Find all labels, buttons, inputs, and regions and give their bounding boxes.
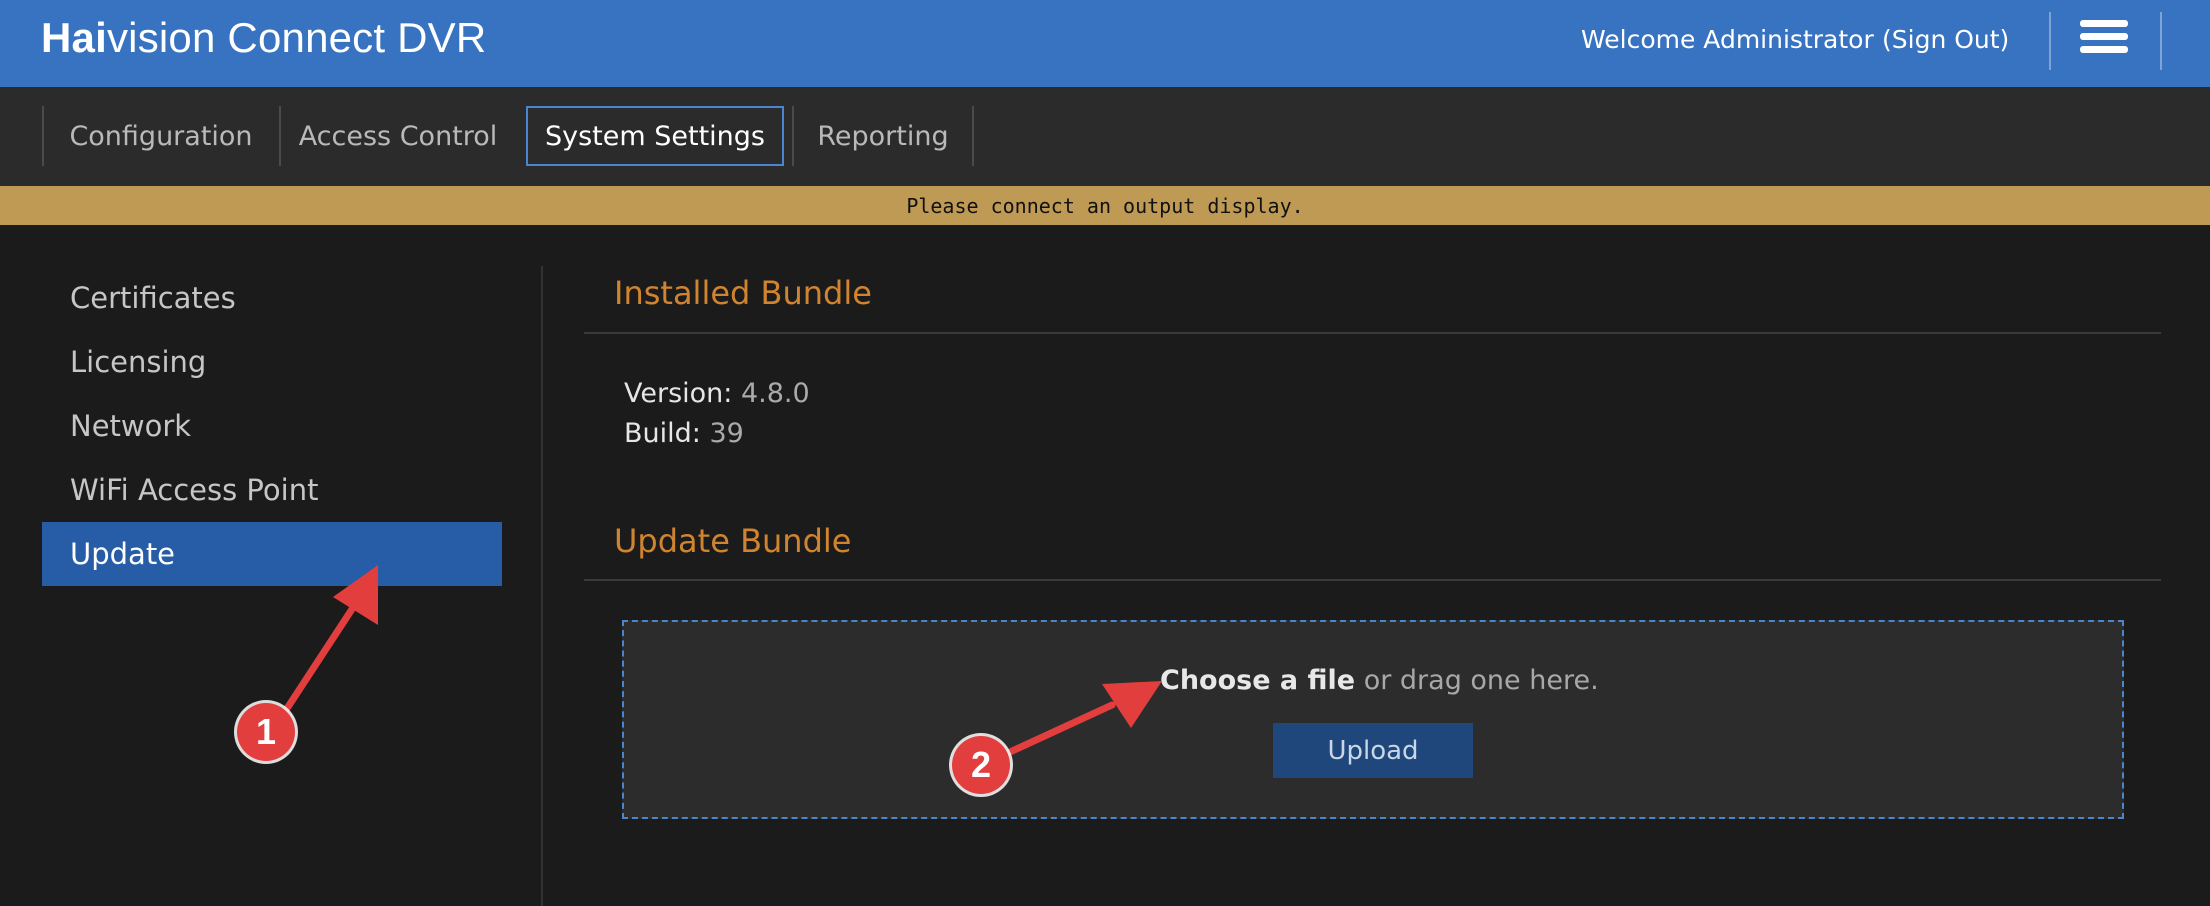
version-row: Version: 4.8.0 <box>624 378 810 409</box>
brand-logo-rest: vision Connect DVR <box>106 14 487 61</box>
annotation-arrow-1 <box>282 565 378 714</box>
annotation-badge-2: 2 <box>952 736 1010 794</box>
hamburger-menu-icon[interactable] <box>2060 16 2148 68</box>
drop-zone-text: Choose a file or drag one here. <box>1160 665 1599 696</box>
tab-divider <box>972 106 974 166</box>
tab-system-settings[interactable]: System Settings <box>526 106 784 166</box>
brand-logo: Haivision Connect DVR <box>41 14 486 62</box>
version-label: Version: <box>624 378 733 409</box>
section-divider <box>584 579 2161 581</box>
choose-file-link[interactable]: Choose a file <box>1160 665 1355 696</box>
alert-banner: Please connect an output display. <box>0 186 2210 225</box>
top-header: Haivision Connect DVR Welcome Administra… <box>0 0 2210 87</box>
tab-configuration[interactable]: Configuration <box>44 106 278 166</box>
tab-reporting[interactable]: Reporting <box>794 106 972 166</box>
sign-out-link[interactable]: (Sign Out) <box>1882 25 2009 54</box>
version-value: 4.8.0 <box>740 378 810 409</box>
update-bundle-title: Update Bundle <box>614 522 852 560</box>
upload-button[interactable]: Upload <box>1273 723 1473 778</box>
sidebar-item-certificates[interactable]: Certificates <box>42 266 502 330</box>
tab-access-control[interactable]: Access Control <box>281 106 515 166</box>
sidebar-item-wifi-access-point[interactable]: WiFi Access Point <box>42 458 502 522</box>
welcome-text: Welcome Administrator <box>1581 25 1874 54</box>
annotation-badge-1: 1 <box>237 703 295 761</box>
alert-message: Please connect an output display. <box>906 193 1304 218</box>
installed-bundle-title: Installed Bundle <box>614 274 872 312</box>
header-divider <box>2160 12 2162 70</box>
brand-logo-bold: Hai <box>41 14 107 61</box>
sidebar-item-update[interactable]: Update <box>42 522 502 586</box>
sidebar-item-licensing[interactable]: Licensing <box>42 330 502 394</box>
sidebar-divider <box>541 266 543 906</box>
build-row: Build: 39 <box>624 418 744 449</box>
header-divider <box>2049 12 2051 70</box>
build-label: Build: <box>624 418 701 449</box>
file-drop-zone[interactable] <box>622 620 2124 819</box>
build-value: 39 <box>709 418 744 449</box>
drag-hint: or drag one here. <box>1355 665 1599 696</box>
section-divider <box>584 332 2161 334</box>
sidebar-item-network[interactable]: Network <box>42 394 502 458</box>
